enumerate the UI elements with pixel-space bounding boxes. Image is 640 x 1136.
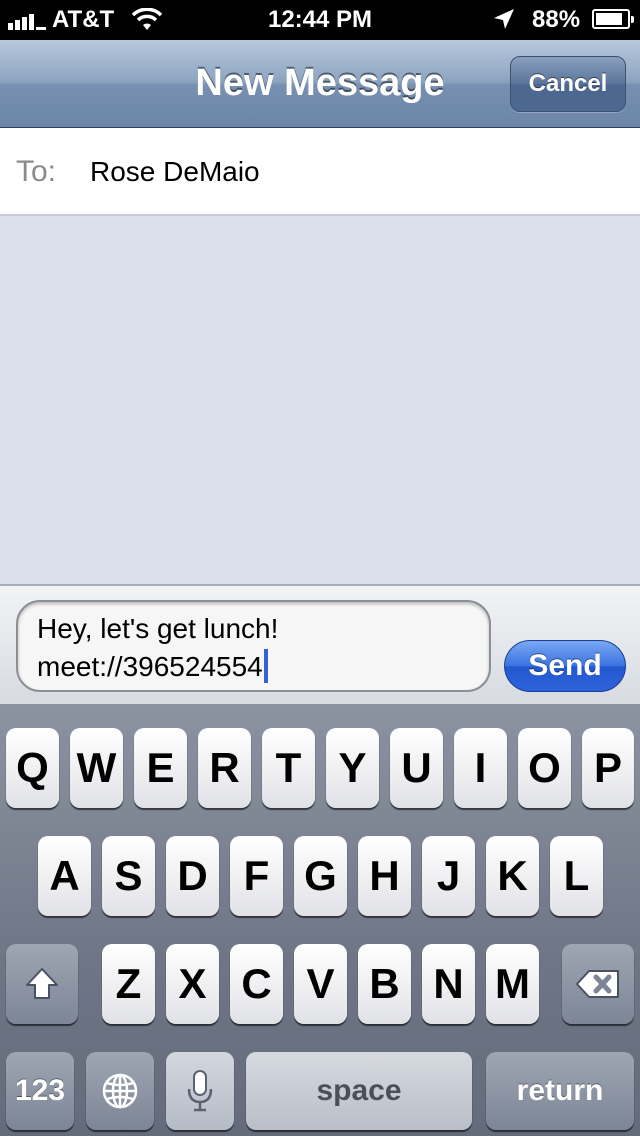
key-e[interactable]: E: [134, 728, 187, 808]
recipient-field[interactable]: To: Rose DeMaio: [0, 128, 640, 216]
key-l[interactable]: L: [550, 836, 603, 916]
key-y[interactable]: Y: [326, 728, 379, 808]
key-b[interactable]: B: [358, 944, 411, 1024]
key-j[interactable]: J: [422, 836, 475, 916]
delete-key[interactable]: [562, 944, 634, 1024]
globe-key[interactable]: [86, 1052, 154, 1130]
key-p[interactable]: P: [582, 728, 634, 808]
key-v[interactable]: V: [294, 944, 347, 1024]
battery-percentage: 88%: [532, 6, 581, 33]
key-t[interactable]: T: [262, 728, 315, 808]
key-q[interactable]: Q: [6, 728, 59, 808]
key-z[interactable]: Z: [102, 944, 155, 1024]
cancel-button[interactable]: Cancel: [510, 56, 626, 112]
microphone-icon: [187, 1070, 213, 1112]
key-a[interactable]: A: [38, 836, 91, 916]
shift-icon: [26, 968, 58, 999]
key-f[interactable]: F: [230, 836, 283, 916]
key-u[interactable]: U: [390, 728, 443, 808]
key-n[interactable]: N: [422, 944, 475, 1024]
key-o[interactable]: O: [518, 728, 571, 808]
location-arrow-icon: [494, 9, 514, 29]
dictation-key[interactable]: [166, 1052, 234, 1130]
message-line-1: Hey, let's get lunch!: [37, 613, 279, 644]
conversation-area: [0, 216, 640, 584]
key-s[interactable]: S: [102, 836, 155, 916]
navigation-bar: New Message Cancel: [0, 40, 640, 128]
key-r[interactable]: R: [198, 728, 251, 808]
send-button[interactable]: Send: [504, 640, 626, 692]
globe-icon: [102, 1073, 138, 1109]
recipient-name[interactable]: Rose DeMaio: [90, 128, 260, 216]
delete-icon: [576, 970, 619, 998]
key-m[interactable]: M: [486, 944, 539, 1024]
return-key[interactable]: return: [486, 1052, 634, 1130]
key-d[interactable]: D: [166, 836, 219, 916]
key-w[interactable]: W: [70, 728, 123, 808]
numbers-key[interactable]: 123: [6, 1052, 74, 1130]
text-cursor: [263, 649, 268, 683]
key-h[interactable]: H: [358, 836, 411, 916]
message-line-2: meet://396524554: [37, 651, 263, 682]
key-i[interactable]: I: [454, 728, 507, 808]
key-g[interactable]: G: [294, 836, 347, 916]
message-input[interactable]: Hey, let's get lunch! meet://396524554: [16, 600, 491, 692]
status-bar: AT&T 12:44 PM 88%: [0, 0, 640, 40]
key-c[interactable]: C: [230, 944, 283, 1024]
keyboard: Q W E R T Y U I O P A S D F G H J K L Z …: [0, 704, 640, 1136]
shift-key[interactable]: [6, 944, 78, 1024]
compose-bar: Hey, let's get lunch! meet://396524554 S…: [0, 584, 640, 704]
space-key[interactable]: space: [246, 1052, 472, 1130]
key-x[interactable]: X: [166, 944, 219, 1024]
to-label: To:: [16, 155, 57, 188]
key-k[interactable]: K: [486, 836, 539, 916]
battery-icon: [592, 9, 634, 29]
